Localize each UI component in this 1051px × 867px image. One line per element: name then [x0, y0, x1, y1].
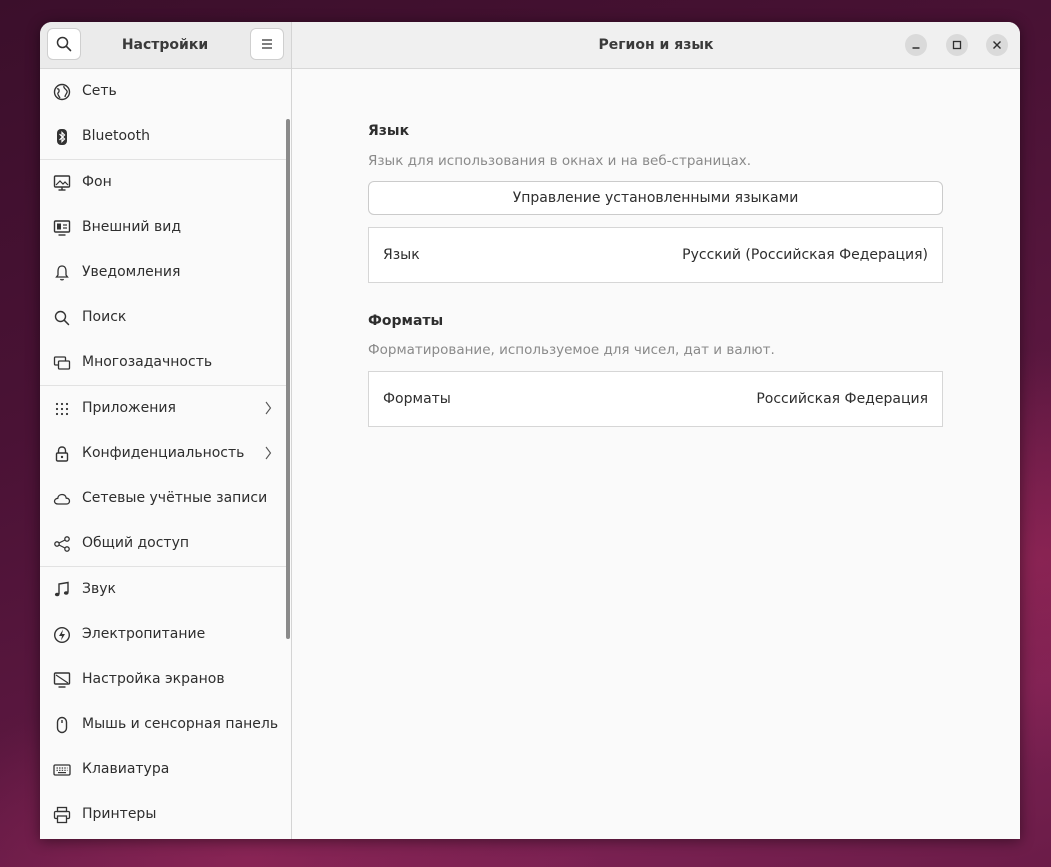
keyboard-icon [53, 764, 71, 776]
formats-row[interactable]: Форматы Российская Федерация [368, 371, 943, 427]
sidebar-item-label: Электропитание [82, 626, 206, 642]
chevron-right-icon [265, 401, 272, 415]
sidebar-item-label: Общий доступ [82, 535, 190, 551]
sidebar-item-label: Настройка экранов [82, 671, 225, 687]
apps-grid-icon [55, 402, 69, 416]
formats-row-label: Форматы [383, 391, 451, 407]
lock-icon [55, 446, 69, 462]
sidebar-item-label: Уведомления [82, 264, 181, 280]
bluetooth-icon [57, 129, 67, 145]
sidebar-item-sound[interactable]: Звук [40, 567, 287, 612]
sidebar-item-appearance[interactable]: Внешний вид [40, 205, 287, 250]
sidebar-item-keyboard[interactable]: Клавиатура [40, 747, 287, 792]
language-section-title: Язык [368, 123, 410, 139]
sidebar-item-network[interactable]: Сеть [40, 69, 287, 114]
sidebar-item-bluetooth[interactable]: Bluetooth [40, 114, 287, 159]
sidebar-item-label: Поиск [82, 309, 127, 325]
music-note-icon [54, 581, 69, 597]
sidebar: Сеть Bluetooth Фон Внешний вид Уведомлен… [40, 69, 291, 839]
sidebar-item-label: Сеть [82, 83, 117, 99]
close-button[interactable] [986, 34, 1008, 56]
language-row-value: Русский (Российская Федерация) [682, 247, 928, 263]
main-content: Язык Язык для использования в окнах и на… [292, 69, 1020, 839]
mouse-icon [56, 716, 68, 734]
printer-icon [53, 806, 71, 824]
sidebar-item-label: Звук [82, 581, 116, 597]
sidebar-item-mouse[interactable]: Мышь и сенсорная панель [40, 702, 287, 747]
sidebar-item-multitasking[interactable]: Многозадачность [40, 340, 287, 385]
sidebar-item-label: Фон [82, 174, 112, 190]
sidebar-header: Настройки [40, 22, 291, 69]
search-button[interactable] [47, 28, 81, 60]
sidebar-item-label: Приложения [82, 400, 176, 416]
manage-languages-button[interactable]: Управление установленными языками [368, 181, 943, 215]
sidebar-item-notifications[interactable]: Уведомления [40, 250, 287, 295]
sidebar-item-power[interactable]: Электропитание [40, 612, 287, 657]
sidebar-item-label: Мышь и сенсорная панель [82, 716, 279, 732]
chevron-right-icon [265, 446, 272, 460]
sidebar-item-label: Конфиденциальность [82, 445, 245, 461]
multitasking-icon [53, 356, 71, 370]
search-icon [54, 310, 70, 326]
formats-row-value: Российская Федерация [756, 391, 928, 407]
sidebar-item-displays[interactable]: Настройка экранов [40, 657, 287, 702]
sidebar-item-label: Сетевые учётные записи [82, 490, 268, 506]
formats-section-subtitle: Форматирование, используемое для чисел, … [368, 342, 775, 358]
main-header: Регион и язык [292, 22, 1020, 69]
background-icon [53, 175, 71, 191]
language-section-subtitle: Язык для использования в окнах и на веб-… [368, 153, 752, 169]
menu-button[interactable] [250, 28, 284, 60]
network-icon [53, 83, 71, 101]
formats-section-title: Форматы [368, 313, 444, 329]
appearance-icon [53, 220, 71, 236]
sidebar-item-online-accounts[interactable]: Сетевые учётные записи [40, 476, 287, 521]
sidebar-item-privacy[interactable]: Конфиденциальность [40, 431, 287, 476]
sidebar-item-printers[interactable]: Принтеры [40, 792, 287, 837]
sidebar-item-label: Bluetooth [82, 128, 150, 144]
language-row[interactable]: Язык Русский (Российская Федерация) [368, 227, 943, 283]
maximize-icon [952, 40, 962, 50]
close-icon [993, 41, 1001, 49]
sidebar-item-apps[interactable]: Приложения [40, 386, 287, 431]
share-icon [54, 536, 70, 552]
sidebar-item-background[interactable]: Фон [40, 160, 287, 205]
sidebar-item-label: Принтеры [82, 806, 157, 822]
search-icon [56, 36, 72, 52]
sidebar-title: Настройки [121, 37, 209, 53]
minimize-button[interactable] [905, 34, 927, 56]
bell-icon [55, 265, 69, 281]
power-icon [53, 626, 71, 644]
sidebar-item-label: Многозадачность [82, 354, 213, 370]
sidebar-item-label: Клавиатура [82, 761, 170, 777]
minimize-icon [912, 47, 920, 49]
sidebar-item-label: Внешний вид [82, 219, 182, 235]
sidebar-item-sharing[interactable]: Общий доступ [40, 521, 287, 566]
hamburger-menu-icon [262, 39, 272, 49]
display-icon [53, 672, 71, 688]
settings-window: Настройки Регион и язык Сеть Bluetooth Ф… [40, 22, 1020, 839]
language-row-label: Язык [383, 247, 420, 263]
sidebar-item-search[interactable]: Поиск [40, 295, 287, 340]
cloud-icon [53, 493, 71, 505]
maximize-button[interactable] [946, 34, 968, 56]
sidebar-scrollbar[interactable] [286, 119, 290, 639]
